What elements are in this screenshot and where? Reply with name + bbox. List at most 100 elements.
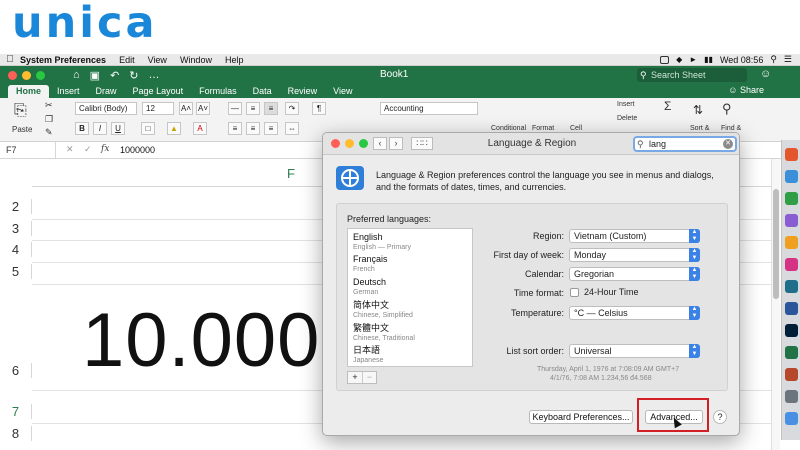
calendar-select[interactable]: Gregorian ▲ ▼ (569, 267, 700, 281)
dialog-search-field[interactable]: ⚲ lang ✕ (633, 136, 737, 152)
align-left-button[interactable]: ≡ (228, 122, 242, 135)
font-size-select[interactable]: 12 (142, 102, 174, 115)
dock-app-icon[interactable] (785, 170, 798, 183)
spotlight-icon[interactable]: ⚲ (770, 54, 777, 65)
font-color-button[interactable]: A (193, 122, 207, 135)
search-sheet-input[interactable]: ⚲ Search Sheet (637, 68, 747, 82)
menu-app[interactable]: System Preferences (20, 55, 106, 65)
wifi-icon[interactable]: ◆ (676, 55, 682, 64)
tab-data[interactable]: Data (245, 85, 280, 98)
apple-icon[interactable]:  (0, 54, 20, 65)
find-label[interactable]: Find & (721, 125, 741, 132)
formula-input[interactable]: 1000000 (120, 145, 155, 155)
insert-cells-label[interactable]: Insert (617, 101, 635, 108)
align-bottom-button[interactable]: ≡ (264, 102, 278, 115)
tab-page-layout[interactable]: Page Layout (125, 85, 192, 98)
tab-insert[interactable]: Insert (49, 85, 88, 98)
region-select[interactable]: Vietnam (Custom) ▲ ▼ (569, 229, 700, 243)
tab-draw[interactable]: Draw (88, 85, 125, 98)
clear-search-icon[interactable]: ✕ (723, 139, 733, 149)
decrease-font-button[interactable]: A˅ (196, 102, 210, 115)
redo-icon[interactable]: ↻ (129, 69, 138, 82)
dock-app-icon[interactable] (785, 368, 798, 381)
dock-app-icon[interactable] (785, 214, 798, 227)
conditional-label[interactable]: Conditional (491, 125, 526, 132)
vertical-scrollbar[interactable] (771, 159, 780, 450)
format-label[interactable]: Format (532, 125, 554, 132)
sort-filter-icon[interactable]: ⇅ (693, 103, 703, 117)
first-day-select[interactable]: Monday ▲ ▼ (569, 248, 700, 262)
list-item[interactable]: 繁體中文 Chinese, Traditional (353, 323, 415, 344)
clock[interactable]: Wed 08:56 (720, 55, 763, 65)
battery-icon[interactable]: ▮▮ (704, 55, 713, 64)
font-name-select[interactable]: Calibri (Body) (75, 102, 137, 115)
underline-button[interactable]: U (111, 122, 125, 135)
dock-app-icon[interactable] (785, 324, 798, 337)
list-item[interactable]: 日本語 Japanese (353, 345, 383, 366)
borders-button[interactable]: □ (141, 122, 155, 135)
remove-language-button[interactable]: − (361, 372, 376, 383)
cell-label[interactable]: Cell (570, 125, 582, 132)
status-icon[interactable] (660, 55, 670, 64)
tab-formulas[interactable]: Formulas (191, 85, 245, 98)
menu-list-icon[interactable]: ☰ (784, 54, 792, 65)
add-language-button[interactable]: + (348, 372, 362, 383)
forward-button[interactable]: › (389, 137, 403, 150)
menu-edit[interactable]: Edit (119, 55, 135, 65)
share-button[interactable]: ☺ Share (728, 85, 764, 95)
cell-value-large[interactable]: 10.000 (82, 297, 332, 384)
align-right-button[interactable]: ≡ (264, 122, 278, 135)
dock-app-icon[interactable] (785, 148, 798, 161)
24-hour-checkbox[interactable] (570, 288, 579, 297)
dock-app-icon[interactable] (785, 302, 798, 315)
dock-app-icon[interactable] (785, 346, 798, 359)
menu-view[interactable]: View (148, 55, 167, 65)
align-middle-button[interactable]: ≡ (246, 102, 260, 115)
menu-help[interactable]: Help (225, 55, 244, 65)
minimize-window-button[interactable] (22, 70, 31, 80)
paste-icon[interactable]: ⎘ (14, 102, 27, 120)
back-button[interactable]: ‹ (373, 137, 387, 150)
keyboard-preferences-button[interactable]: Keyboard Preferences... (529, 410, 633, 424)
list-item[interactable]: 简体中文 Chinese, Simplified (353, 300, 413, 321)
increase-font-button[interactable]: A˄ (179, 102, 193, 115)
scroll-thumb[interactable] (773, 189, 779, 299)
row-header-7[interactable]: 7 (0, 404, 32, 419)
row-header-6[interactable]: 6 (0, 363, 32, 378)
row-header-2[interactable]: 2 (0, 199, 32, 214)
dock-app-icon[interactable] (785, 258, 798, 271)
list-item[interactable]: English English — Primary (353, 232, 411, 253)
paste-label[interactable]: Paste (12, 125, 32, 134)
user-icon[interactable]: ☺ (760, 68, 771, 80)
tab-review[interactable]: Review (280, 85, 326, 98)
menu-window[interactable]: Window (180, 55, 212, 65)
wrap-text-button[interactable]: ¶ (312, 102, 326, 115)
column-f-header[interactable]: F (287, 166, 295, 181)
fill-color-button[interactable]: ▲ (167, 122, 181, 135)
sort-order-select[interactable]: Universal ▲ ▼ (569, 344, 700, 358)
name-box[interactable]: F7 (0, 142, 56, 159)
italic-button[interactable]: I (93, 122, 107, 135)
undo-icon[interactable]: ↶ (110, 69, 119, 82)
show-all-button[interactable]: ∷∷ (411, 137, 433, 150)
align-center-button[interactable]: ≡ (246, 122, 260, 135)
bold-button[interactable]: B (75, 122, 89, 135)
home-icon[interactable]: ⌂ (73, 69, 80, 82)
row-header-8[interactable]: 8 (0, 426, 32, 441)
24-hour-label[interactable]: 24-Hour Time (584, 287, 639, 297)
dock-app-icon[interactable] (785, 236, 798, 249)
sort-label[interactable]: Sort & (690, 125, 709, 132)
zoom-window-button[interactable] (36, 70, 45, 80)
dock-app-icon[interactable] (785, 412, 798, 425)
tab-home[interactable]: Home (8, 85, 50, 98)
dock-app-icon[interactable] (785, 192, 798, 205)
format-painter-icon[interactable]: ✎ (45, 127, 53, 138)
temperature-select[interactable]: °C — Celsius ▲ ▼ (569, 306, 700, 320)
cancel-icon[interactable]: ✕ (66, 144, 74, 155)
merge-button[interactable]: ⇔ (285, 122, 299, 135)
more-icon[interactable]: … (149, 69, 160, 82)
dock-app-icon[interactable] (785, 280, 798, 293)
copy-icon[interactable]: ❐ (45, 114, 53, 125)
orientation-button[interactable]: ↷ (285, 102, 299, 115)
number-format-select[interactable]: Accounting (380, 102, 478, 115)
